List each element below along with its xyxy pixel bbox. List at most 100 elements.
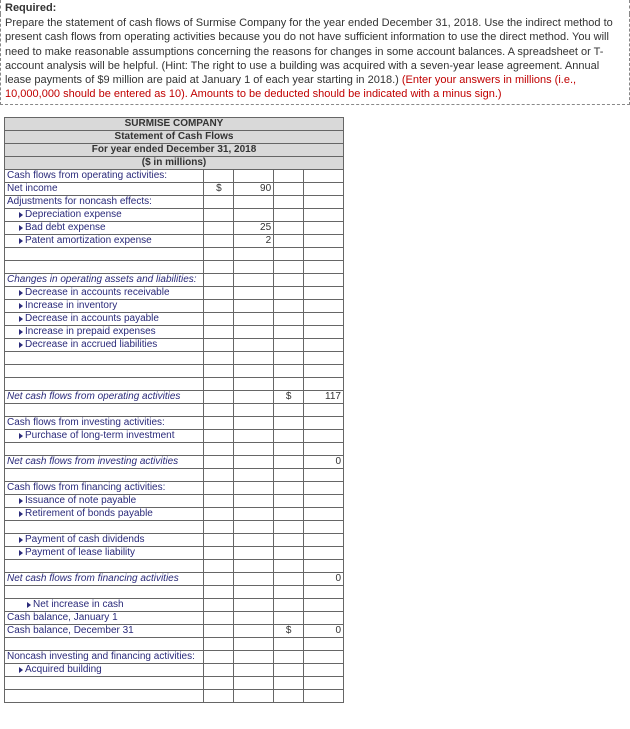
amount-input[interactable] (304, 559, 344, 572)
amount-input[interactable] (304, 416, 344, 429)
row-label[interactable]: Purchase of long-term investment (5, 429, 204, 442)
amount-input[interactable] (234, 325, 274, 338)
amount-input[interactable] (234, 429, 274, 442)
blank-row[interactable] (5, 637, 204, 650)
amount-input[interactable] (304, 585, 344, 598)
amount-input[interactable] (304, 663, 344, 676)
amount-input[interactable] (234, 468, 274, 481)
row-label[interactable]: Acquired building (5, 663, 204, 676)
amount-input[interactable] (234, 598, 274, 611)
amount-input[interactable] (234, 247, 274, 260)
amount-input[interactable] (304, 208, 344, 221)
amount-input[interactable] (234, 442, 274, 455)
row-label[interactable]: Retirement of bonds payable (5, 507, 204, 520)
blank-row[interactable] (5, 689, 204, 702)
amount-input[interactable] (304, 325, 344, 338)
amount-input[interactable] (234, 338, 274, 351)
amount-input[interactable] (234, 208, 274, 221)
blank-row[interactable] (5, 520, 204, 533)
amount-input[interactable] (234, 507, 274, 520)
blank-row[interactable] (5, 377, 204, 390)
amount-input[interactable] (234, 299, 274, 312)
amount-input[interactable] (304, 182, 344, 195)
amount-input[interactable] (234, 403, 274, 416)
blank-row[interactable] (5, 585, 204, 598)
amount-input[interactable] (304, 221, 344, 234)
amount-input[interactable] (234, 312, 274, 325)
blank-row[interactable] (5, 351, 204, 364)
blank-row[interactable] (5, 260, 204, 273)
amount-input[interactable] (234, 455, 274, 468)
amount-input[interactable] (304, 533, 344, 546)
amount-input[interactable] (234, 611, 274, 624)
amount-input[interactable] (234, 585, 274, 598)
amount-input[interactable] (304, 598, 344, 611)
row-label[interactable]: Decrease in accounts payable (5, 312, 204, 325)
blank-row[interactable] (5, 403, 204, 416)
amount-input[interactable] (234, 195, 274, 208)
amount-input[interactable] (304, 650, 344, 663)
amount-input[interactable] (304, 364, 344, 377)
row-label[interactable]: Payment of cash dividends (5, 533, 204, 546)
blank-row[interactable] (5, 676, 204, 689)
blank-row[interactable] (5, 442, 204, 455)
amount-input[interactable] (234, 533, 274, 546)
amount-input[interactable] (304, 546, 344, 559)
amount-input[interactable] (234, 546, 274, 559)
row-label[interactable]: Depreciation expense (5, 208, 204, 221)
row-label[interactable]: Decrease in accounts receivable (5, 286, 204, 299)
amount-input[interactable]: 0 (304, 624, 344, 637)
blank-row[interactable] (5, 468, 204, 481)
amount-input[interactable] (234, 481, 274, 494)
amount-input[interactable] (304, 273, 344, 286)
amount-input[interactable] (304, 299, 344, 312)
amount-input[interactable] (234, 676, 274, 689)
amount-input[interactable] (234, 494, 274, 507)
amount-input[interactable] (234, 650, 274, 663)
amount-input[interactable] (304, 312, 344, 325)
amount-input[interactable] (234, 390, 274, 403)
amount-input[interactable] (304, 442, 344, 455)
amount-input[interactable]: 0 (304, 572, 344, 585)
amount-input[interactable] (304, 689, 344, 702)
amount-input[interactable] (304, 481, 344, 494)
amount-input[interactable] (304, 338, 344, 351)
row-label[interactable]: Bad debt expense (5, 221, 204, 234)
amount-input[interactable] (234, 559, 274, 572)
amount-input[interactable] (304, 234, 344, 247)
amount-input[interactable]: 117 (304, 390, 344, 403)
amount-input[interactable] (304, 468, 344, 481)
amount-input[interactable] (234, 637, 274, 650)
row-label[interactable]: Payment of lease liability (5, 546, 204, 559)
amount-input[interactable] (304, 195, 344, 208)
blank-row[interactable] (5, 364, 204, 377)
amount-input[interactable] (234, 377, 274, 390)
amount-input[interactable] (234, 364, 274, 377)
amount-input[interactable] (234, 273, 274, 286)
amount-input[interactable] (304, 507, 344, 520)
amount-input[interactable] (304, 637, 344, 650)
amount-input[interactable]: 0 (304, 455, 344, 468)
amount-input[interactable] (234, 286, 274, 299)
amount-input[interactable] (304, 260, 344, 273)
amount-input[interactable] (234, 624, 274, 637)
amount-input[interactable] (304, 520, 344, 533)
amount-input[interactable] (304, 169, 344, 182)
amount-input[interactable] (234, 416, 274, 429)
row-label[interactable]: Decrease in accrued liabilities (5, 338, 204, 351)
amount-input[interactable] (304, 377, 344, 390)
amount-input[interactable] (234, 689, 274, 702)
row-label[interactable]: Increase in prepaid expenses (5, 325, 204, 338)
amount-input[interactable] (234, 260, 274, 273)
amount-input[interactable] (304, 247, 344, 260)
amount-input[interactable] (304, 286, 344, 299)
row-label[interactable]: Net increase in cash (5, 598, 204, 611)
row-label[interactable]: Issuance of note payable (5, 494, 204, 507)
amount-input[interactable] (304, 611, 344, 624)
row-label[interactable]: Increase in inventory (5, 299, 204, 312)
amount-input[interactable] (234, 520, 274, 533)
amount-input[interactable] (304, 403, 344, 416)
amount-input[interactable] (234, 169, 274, 182)
amount-input[interactable]: 25 (234, 221, 274, 234)
blank-row[interactable] (5, 247, 204, 260)
